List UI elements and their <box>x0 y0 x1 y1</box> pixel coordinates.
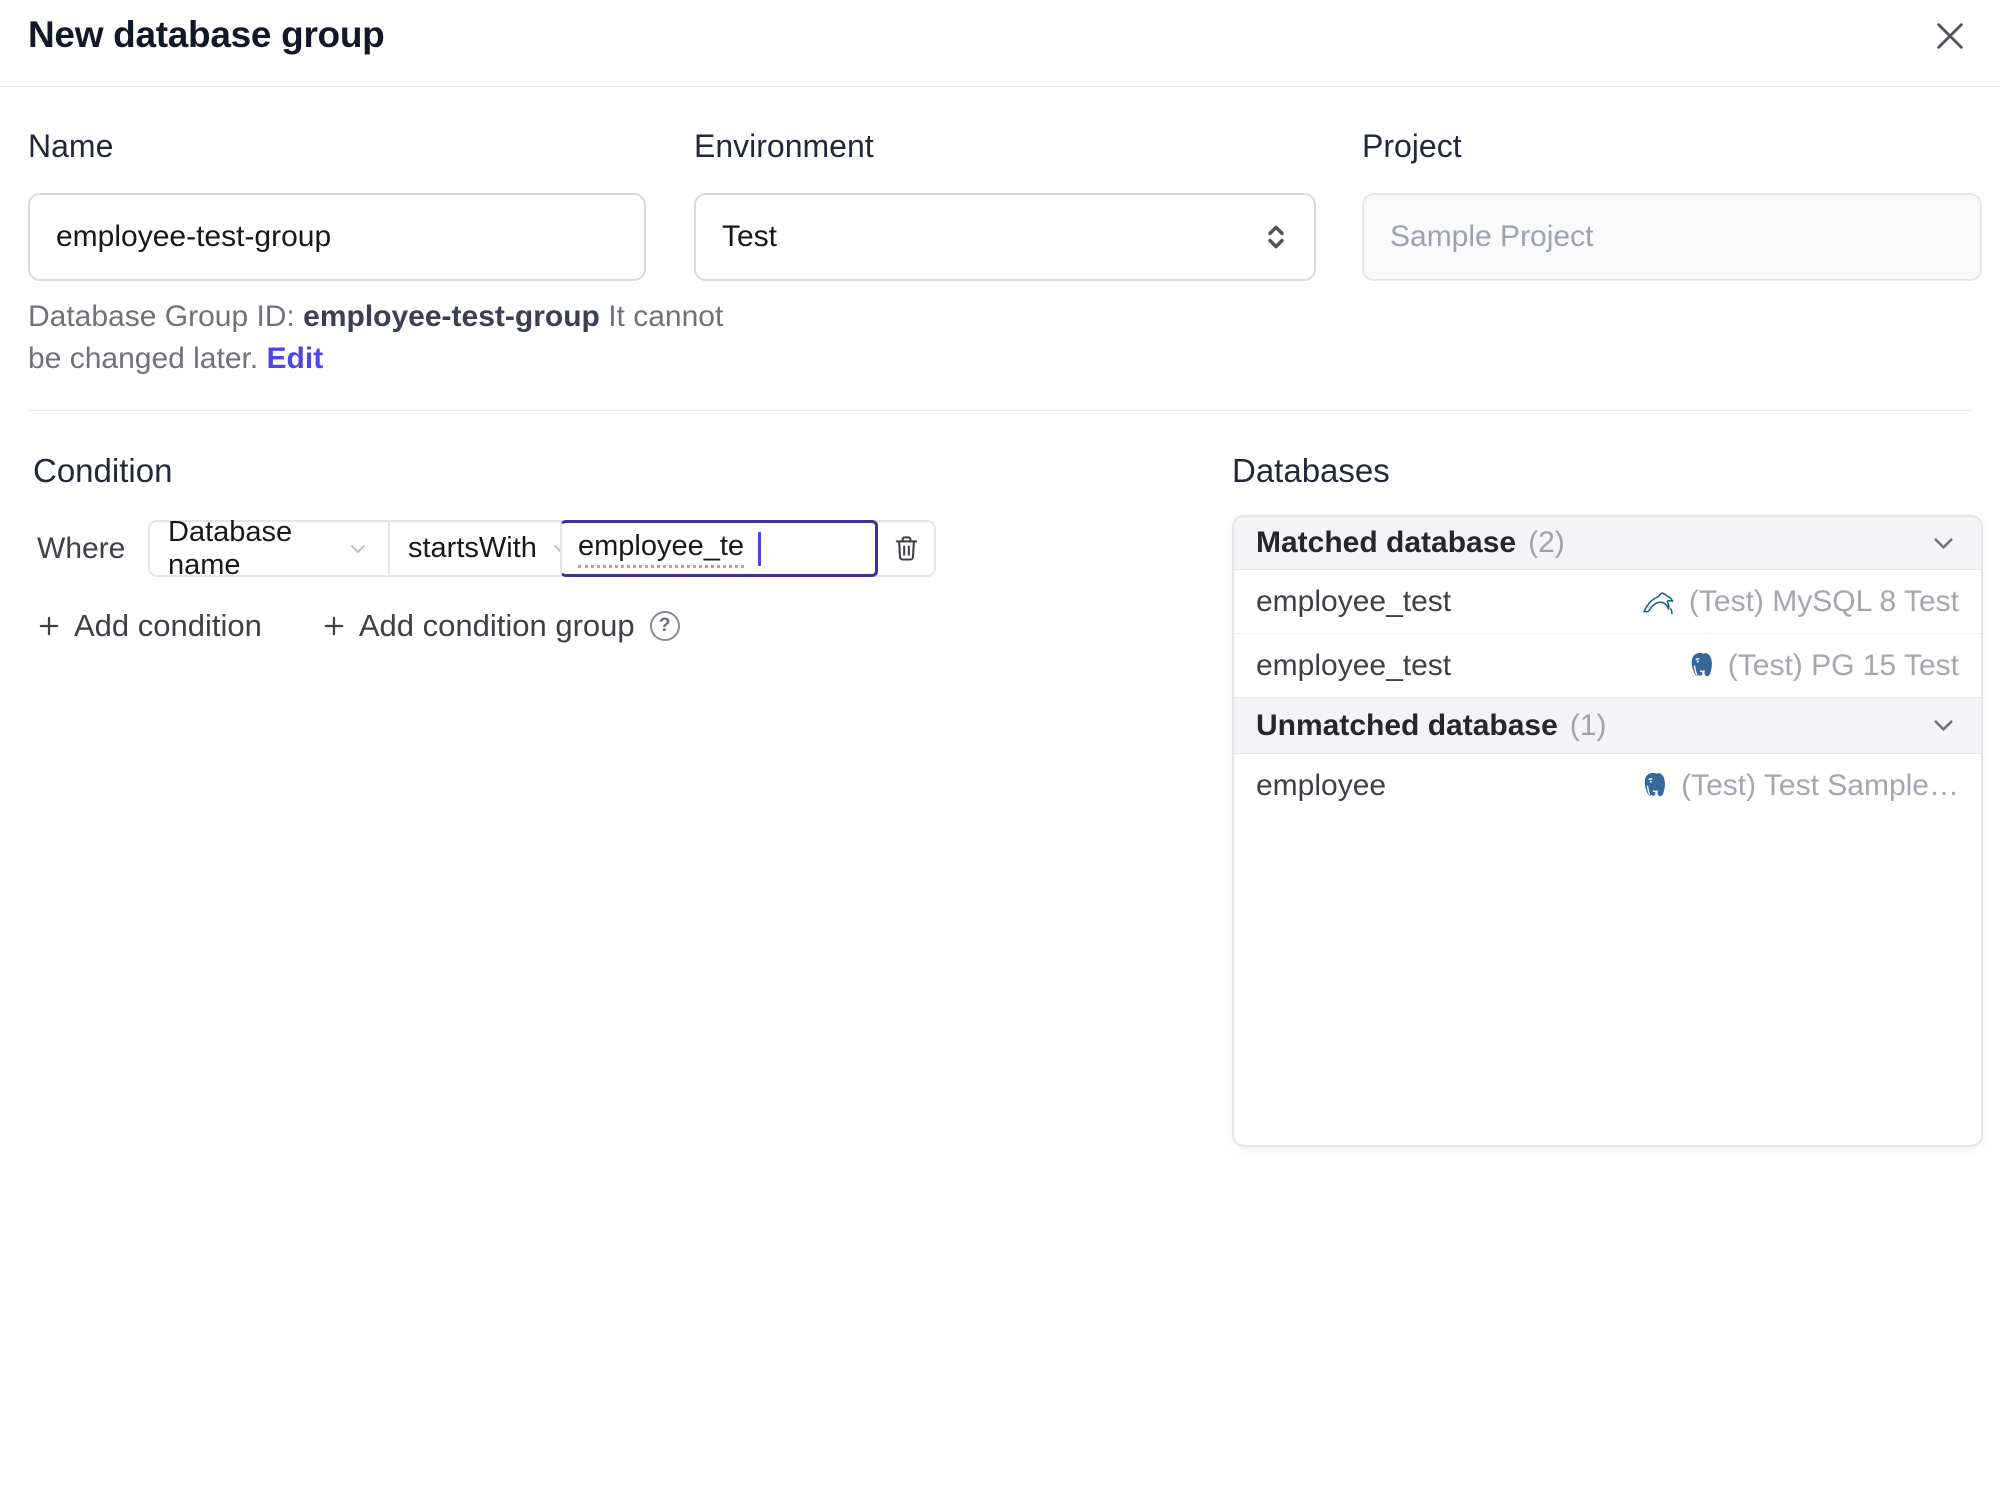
db-group-title: Matched database <box>1256 526 1517 559</box>
instance-info: (Test) Test Sample… <box>1638 769 1959 803</box>
plus-icon <box>35 612 63 640</box>
database-name: employee_test <box>1256 584 1452 618</box>
condition-heading: Condition <box>33 452 173 489</box>
project-select[interactable]: Sample Project <box>1362 193 1982 281</box>
database-row: employee_test (Test) MySQL 8 Test <box>1234 570 1981 633</box>
name-input[interactable] <box>28 193 646 281</box>
chevron-up-down-icon <box>1260 221 1292 253</box>
text-cursor <box>758 531 762 566</box>
database-group-section: Unmatched database (1) employee (Test) T… <box>1234 697 1981 817</box>
condition-operator-dropdown[interactable]: startsWith <box>388 522 569 575</box>
databases-heading: Databases <box>1232 452 1390 489</box>
instance-label: (Test) PG 15 Test <box>1727 648 1959 682</box>
postgresql-icon <box>1638 770 1669 801</box>
trash-icon <box>891 533 922 564</box>
condition-operator-value: startsWith <box>408 532 537 564</box>
id-note-value: employee-test-group <box>303 300 600 333</box>
page-title: New database group <box>28 14 385 55</box>
database-row: employee_test (Test) PG 15 Test <box>1234 633 1981 697</box>
condition-row: Where Database name startsWith employee_… <box>37 516 936 581</box>
id-note-prefix: Database Group ID: <box>28 300 304 333</box>
mysql-icon <box>1641 587 1677 617</box>
condition-field-value: Database name <box>168 515 293 581</box>
instance-label: (Test) Test Sample… <box>1681 768 1959 802</box>
instance-info: (Test) PG 15 Test <box>1685 649 1959 683</box>
add-condition-group-label: Add condition group <box>358 608 635 643</box>
edit-link[interactable]: Edit <box>267 342 324 375</box>
close-button[interactable] <box>1924 10 1976 62</box>
project-selected-value: Sample Project <box>1390 220 1594 253</box>
section-divider <box>27 410 1973 411</box>
condition-field-dropdown[interactable]: Database name <box>150 516 388 581</box>
environment-select[interactable]: Test <box>694 193 1316 281</box>
add-condition-group-button[interactable]: Add condition group ? <box>320 608 680 644</box>
db-group-count: (1) <box>1569 708 1607 742</box>
add-condition-label: Add condition <box>74 608 262 643</box>
instance-info: (Test) MySQL 8 Test <box>1641 585 1959 619</box>
db-group-header[interactable]: Matched database (2) <box>1234 517 1981 570</box>
postgresql-icon <box>1685 650 1716 681</box>
add-condition-button[interactable]: Add condition <box>35 608 262 644</box>
condition-actions: Add condition Add condition group ? <box>35 608 680 644</box>
dialog-header: New database group <box>0 0 2000 87</box>
delete-condition-button[interactable] <box>876 522 934 575</box>
db-group-header[interactable]: Unmatched database (1) <box>1234 697 1981 754</box>
project-label: Project <box>1362 128 1462 164</box>
where-label: Where <box>37 531 126 565</box>
chevron-down-icon <box>1928 710 1959 741</box>
plus-icon <box>320 612 348 640</box>
environment-selected-value: Test <box>722 220 778 253</box>
database-group-id-note: Database Group ID: employee-test-group I… <box>28 296 728 380</box>
environment-field-group: Environment Test <box>694 128 1316 281</box>
database-name: employee_test <box>1256 648 1452 682</box>
condition-expression-box: Database name startsWith employee_te <box>148 516 936 581</box>
database-name: employee <box>1256 768 1387 802</box>
name-label: Name <box>28 128 114 164</box>
project-field-group: Project Sample Project <box>1362 128 1982 281</box>
name-field-group: Name <box>28 128 646 281</box>
environment-label: Environment <box>694 128 874 164</box>
close-icon <box>1929 15 1971 57</box>
db-group-title: Unmatched database <box>1256 708 1558 742</box>
condition-value-input[interactable]: employee_te <box>560 520 878 577</box>
chevron-down-icon <box>346 537 370 561</box>
help-icon[interactable]: ? <box>649 611 680 641</box>
condition-value-text: employee_te <box>578 530 745 568</box>
instance-label: (Test) MySQL 8 Test <box>1688 584 1959 618</box>
databases-panel: Matched database (2) employee_test (Test… <box>1232 515 1983 1147</box>
chevron-down-icon <box>1928 528 1959 559</box>
database-group-section: Matched database (2) employee_test (Test… <box>1234 517 1981 697</box>
db-group-count: (2) <box>1528 526 1565 559</box>
database-row: employee (Test) Test Sample… <box>1234 754 1981 817</box>
